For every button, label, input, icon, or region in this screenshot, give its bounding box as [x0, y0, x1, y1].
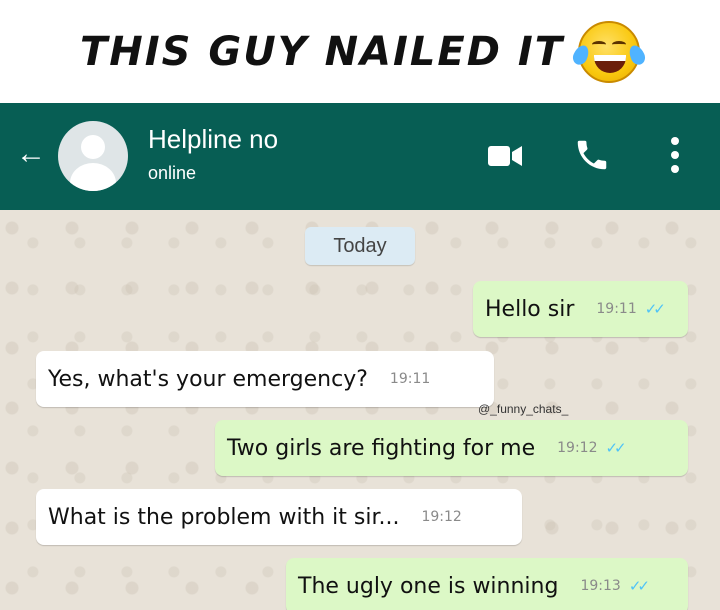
video-call-icon[interactable] [488, 143, 522, 169]
message-bubble-incoming[interactable]: Yes, what's your emergency? 19:11 [36, 351, 494, 407]
contact-name[interactable]: Helpline no [148, 124, 278, 155]
back-arrow-icon[interactable]: ← [16, 139, 46, 169]
caption-text: THIS GUY NAILED IT [79, 28, 564, 75]
message-bubble-outgoing[interactable]: Two girls are fighting for me 19:12 ✓✓ [215, 420, 688, 476]
chat-area[interactable]: Today Hello sir 19:11 ✓✓ Yes, what's you… [0, 210, 720, 610]
read-receipt-icon: ✓✓ [605, 439, 626, 457]
contact-avatar[interactable] [58, 121, 128, 191]
meme-caption: THIS GUY NAILED IT [0, 0, 720, 103]
message-text: Yes, what's your emergency? [48, 366, 368, 392]
message-time: 19:12 [421, 509, 462, 525]
read-receipt-icon: ✓✓ [644, 300, 666, 318]
contact-status: online [148, 163, 197, 183]
chat-header: ← Helpline no online [0, 103, 720, 210]
more-options-icon[interactable] [660, 135, 690, 175]
message-text: The ugly one is winning [298, 573, 559, 599]
read-receipt-icon: ✓✓ [628, 577, 650, 595]
message-time: 19:11 [596, 301, 637, 317]
message-time: 19:13 [580, 578, 621, 594]
message-text: Hello sir [485, 296, 575, 322]
message-time: 19:12 [557, 440, 598, 456]
date-divider: Today [305, 227, 415, 265]
message-time: 19:11 [389, 371, 431, 387]
message-text: Two girls are fighting for me [227, 435, 536, 461]
watermark-text: @_funny_chats_ [478, 402, 569, 416]
message-bubble-incoming[interactable]: What is the problem with it sir... 19:12 [36, 489, 522, 545]
laughing-with-tears-icon [570, 20, 648, 83]
message-bubble-outgoing[interactable]: Hello sir 19:11 ✓✓ [473, 281, 688, 337]
message-bubble-outgoing[interactable]: The ugly one is winning 19:13 ✓✓ [286, 558, 688, 610]
voice-call-icon[interactable] [573, 136, 611, 174]
message-text: What is the problem with it sir... [48, 504, 400, 530]
